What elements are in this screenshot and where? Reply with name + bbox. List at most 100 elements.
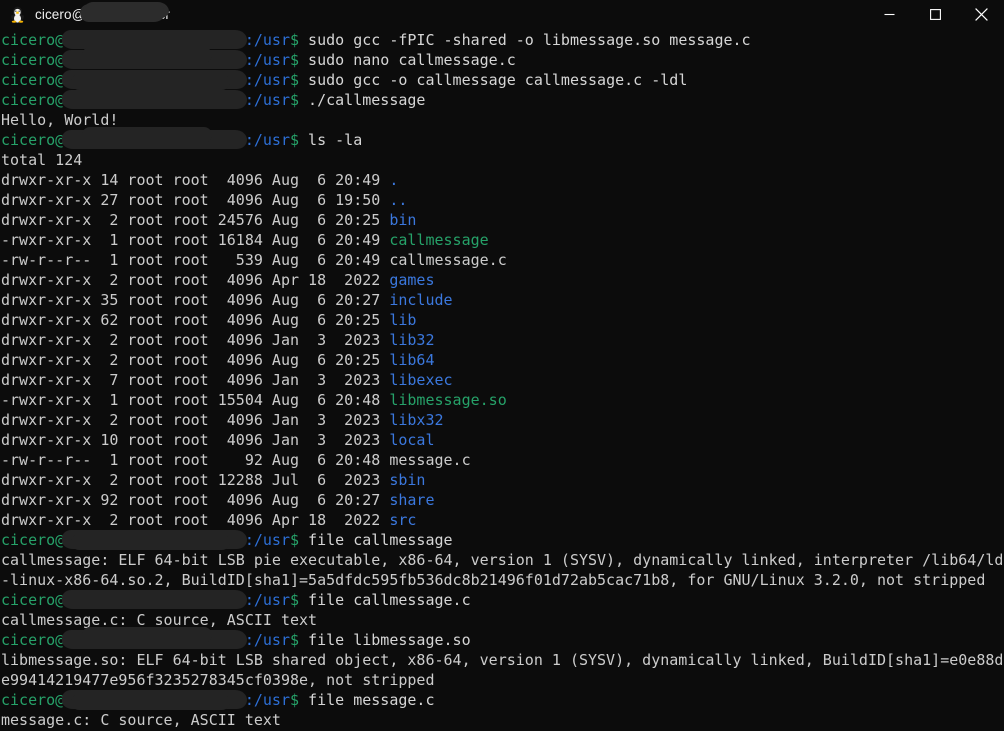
ls-entry-name[interactable]: local	[389, 431, 434, 449]
command-text: sudo nano callmessage.c	[299, 51, 516, 69]
prompt-user: cicero@	[1, 691, 65, 709]
ls-entry-name[interactable]: ..	[389, 191, 407, 209]
hostname-redacted	[62, 627, 247, 650]
output-text: e99414219477e956f3235278345cf0398e, not …	[1, 671, 435, 689]
ls-entry-meta: drwxr-xr-x 2 root root 4096 Jan 3 2023	[1, 331, 390, 349]
window-titlebar[interactable]: cicero@ /usr	[0, 0, 1004, 28]
ls-entry-name[interactable]: .	[389, 171, 398, 189]
prompt-dollar: $	[290, 71, 300, 89]
ls-entry-row: -rwxr-xr-x 1 root root 16184 Aug 6 20:49…	[1, 230, 1004, 250]
output-text: total 124	[1, 151, 83, 169]
ls-entry-name[interactable]: lib32	[389, 331, 434, 349]
ls-entry-name[interactable]: bin	[389, 211, 416, 229]
minimize-button[interactable]	[866, 0, 912, 28]
terminal-prompt-line: cicero@ :/usr$ sudo gcc -o callmessage c…	[1, 70, 1004, 90]
ls-entry-meta: drwxr-xr-x 2 root root 4096 Jan 3 2023	[1, 411, 390, 429]
ls-entry-row: drwxr-xr-x 7 root root 4096 Jan 3 2023 l…	[1, 370, 1004, 390]
command-text: sudo gcc -fPIC -shared -o libmessage.so …	[299, 31, 751, 49]
redaction-blob-extra	[71, 74, 231, 90]
ls-entry-meta: drwxr-xr-x 62 root root 4096 Aug 6 20:25	[1, 311, 390, 329]
redaction-blob	[62, 590, 247, 609]
command-text: ./callmessage	[299, 91, 426, 109]
prompt-path: :/usr	[244, 71, 290, 89]
ls-entry-row: -rw-r--r-- 1 root root 92 Aug 6 20:48 me…	[1, 450, 1004, 470]
hostname-redacted	[62, 690, 247, 710]
hostname-redacted	[62, 530, 247, 550]
file-output-line: callmessage: ELF 64-bit LSB pie executab…	[1, 550, 1004, 570]
ls-entry-row: drwxr-xr-x 2 root root 12288 Jul 6 2023 …	[1, 470, 1004, 490]
terminal-prompt-line: cicero@ :/usr$ file libmessage.so	[1, 627, 1004, 650]
prompt-user: cicero@	[1, 91, 65, 109]
ls-entry-name[interactable]: libexec	[389, 371, 452, 389]
prompt-dollar: $	[290, 131, 300, 149]
prompt-user: cicero@	[1, 31, 65, 49]
ls-entry-row: drwxr-xr-x 2 root root 4096 Jan 3 2023 l…	[1, 330, 1004, 350]
redaction-blob-extra	[82, 627, 213, 643]
ls-entry-name[interactable]: message.c	[389, 451, 470, 469]
tux-penguin-icon	[9, 5, 26, 23]
output-text: callmessage: ELF 64-bit LSB pie executab…	[1, 551, 1004, 569]
ls-entry-meta: drwxr-xr-x 10 root root 4096 Jan 3 2023	[1, 431, 390, 449]
ls-entry-meta: -rwxr-xr-x 1 root root 15504 Aug 6 20:48	[1, 391, 390, 409]
ls-entry-name[interactable]: include	[389, 291, 452, 309]
ls-entry-name[interactable]: src	[389, 511, 416, 529]
ls-entry-meta: -rw-r--r-- 1 root root 92 Aug 6 20:48	[1, 451, 390, 469]
terminal-prompt-line: cicero@ :/usr$ file callmessage.c	[1, 590, 1004, 610]
window-title-group: cicero@ /usr	[35, 0, 170, 28]
ls-entry-name[interactable]: lib	[389, 311, 416, 329]
window-controls	[866, 0, 1004, 28]
close-button[interactable]	[958, 0, 1004, 28]
prompt-dollar: $	[290, 631, 300, 649]
ls-entry-name[interactable]: libx32	[389, 411, 443, 429]
ls-entry-meta: drwxr-xr-x 2 root root 4096 Apr 18 2022	[1, 511, 390, 529]
prompt-user: cicero@	[1, 591, 65, 609]
ls-entry-meta: -rwxr-xr-x 1 root root 16184 Aug 6 20:49	[1, 231, 390, 249]
ls-entry-meta: drwxr-xr-x 2 root root 4096 Aug 6 20:25	[1, 351, 390, 369]
ls-entry-meta: drwxr-xr-x 2 root root 4096 Apr 18 2022	[1, 271, 390, 289]
prompt-dollar: $	[290, 31, 300, 49]
ls-entry-row: drwxr-xr-x 2 root root 4096 Apr 18 2022 …	[1, 510, 1004, 530]
redaction-blob-extra	[82, 47, 213, 63]
ls-entry-name[interactable]: sbin	[389, 471, 425, 489]
ls-entry-meta: -rw-r--r-- 1 root root 539 Aug 6 20:49	[1, 251, 390, 269]
ls-entry-row: drwxr-xr-x 10 root root 4096 Jan 3 2023 …	[1, 430, 1004, 450]
command-text: sudo gcc -o callmessage callmessage.c -l…	[299, 71, 688, 89]
output-text: message.c: C source, ASCII text	[1, 711, 281, 729]
prompt-dollar: $	[290, 691, 300, 709]
ls-entry-row: drwxr-xr-x 2 root root 4096 Apr 18 2022 …	[1, 270, 1004, 290]
redaction-blob-extra	[82, 127, 213, 143]
terminal-prompt-line: cicero@ :/usr$ file callmessage	[1, 530, 1004, 550]
ls-entry-row: -rwxr-xr-x 1 root root 15504 Aug 6 20:48…	[1, 390, 1004, 410]
prompt-path: :/usr	[244, 51, 290, 69]
maximize-button[interactable]	[912, 0, 958, 28]
ls-entry-meta: drwxr-xr-x 7 root root 4096 Jan 3 2023	[1, 371, 390, 389]
terminal-prompt-line: cicero@ :/usr$ file message.c	[1, 690, 1004, 710]
ls-entry-row: drwxr-xr-x 14 root root 4096 Aug 6 20:49…	[1, 170, 1004, 190]
ls-entry-meta: drwxr-xr-x 2 root root 24576 Aug 6 20:25	[1, 211, 390, 229]
prompt-user: cicero@	[1, 71, 65, 89]
prompt-dollar: $	[290, 51, 300, 69]
ls-entry-row: drwxr-xr-x 2 root root 4096 Aug 6 20:25 …	[1, 350, 1004, 370]
command-text: file callmessage.c	[299, 591, 471, 609]
file-output-line: libmessage.so: ELF 64-bit LSB shared obj…	[1, 650, 1004, 670]
ls-entry-row: drwxr-xr-x 62 root root 4096 Aug 6 20:25…	[1, 310, 1004, 330]
ls-entry-name[interactable]: games	[389, 271, 434, 289]
file-output-line: -linux-x86-64.so.2, BuildID[sha1]=5a5dfd…	[1, 570, 1004, 590]
titlebar-left-group: cicero@ /usr	[0, 0, 170, 28]
prompt-dollar: $	[290, 591, 300, 609]
ls-entry-name[interactable]: callmessage	[389, 231, 488, 249]
ls-entry-meta: drwxr-xr-x 92 root root 4096 Aug 6 20:27	[1, 491, 390, 509]
ls-entry-name[interactable]: libmessage.so	[389, 391, 506, 409]
hostname-redacted	[62, 127, 247, 150]
ls-entry-name[interactable]: callmessage.c	[389, 251, 506, 269]
prompt-user: cicero@	[1, 531, 65, 549]
terminal-output-area[interactable]: cicero@ :/usr$ sudo gcc -fPIC -shared -o…	[0, 28, 1004, 731]
ls-entry-name[interactable]: share	[389, 491, 434, 509]
output-text: -linux-x86-64.so.2, BuildID[sha1]=5a5dfd…	[1, 571, 986, 589]
hostname-redacted	[62, 90, 247, 110]
ls-entry-meta: drwxr-xr-x 27 root root 4096 Aug 6 19:50	[1, 191, 390, 209]
ls-entry-name[interactable]: lib64	[389, 351, 434, 369]
prompt-path: :/usr	[244, 691, 290, 709]
prompt-user: cicero@	[1, 131, 65, 149]
hostname-redacted	[62, 70, 247, 90]
